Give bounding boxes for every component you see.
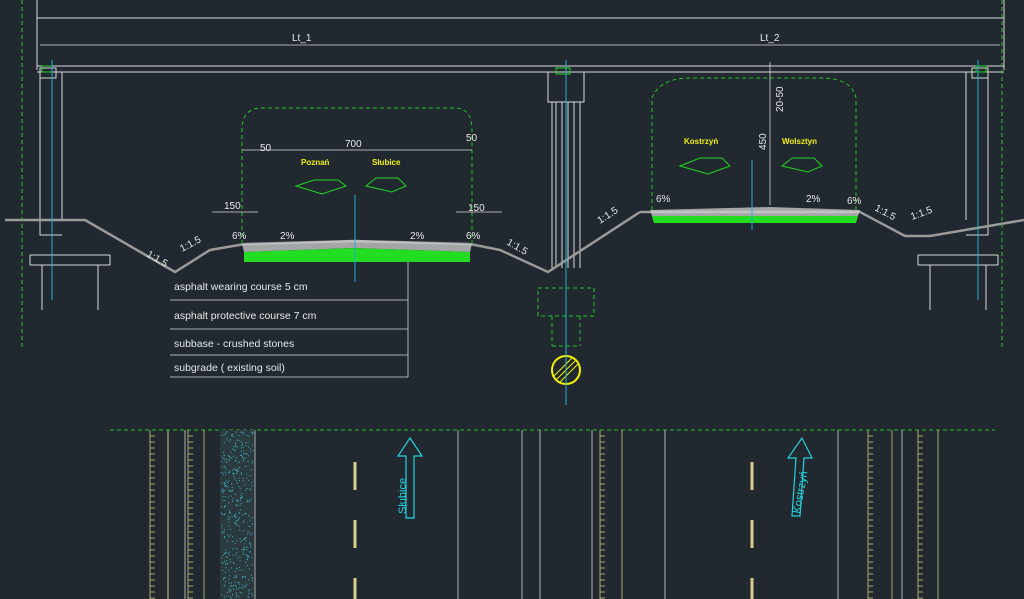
pavement-right	[650, 207, 860, 223]
bridge-outline	[29, 0, 1005, 310]
label-wolsztyn: Wolsztyn	[782, 137, 817, 146]
layer-label: asphalt wearing course 5 cm	[174, 281, 308, 293]
layer-label: asphalt protective course 7 cm	[174, 310, 317, 322]
slope-label: 2%	[280, 231, 295, 242]
embankment-slope-label: 1:1.5	[178, 234, 203, 254]
dim-150-right: 150	[468, 203, 485, 214]
dim-50-right: 50	[466, 133, 478, 144]
pavement-left	[242, 240, 472, 262]
label-slubice: Słubice	[372, 158, 401, 167]
slope-label: 2%	[410, 231, 425, 242]
slope-label: 6%	[847, 196, 862, 207]
dim-lt2: Lt_2	[760, 33, 780, 44]
slope-label: 2%	[806, 194, 821, 205]
label-poznan: Poznań	[301, 158, 330, 167]
plan-edge-rulers	[149, 430, 939, 599]
dim-50-left: 50	[260, 143, 272, 154]
bearing-marks	[41, 65, 987, 75]
vehicle-labels: Poznań Słubice Kostrzyń Wolsztyn	[301, 137, 817, 167]
layer-labels: asphalt wearing course 5 cm asphalt prot…	[174, 281, 317, 374]
dim-700: 700	[345, 139, 362, 150]
dim-lt1: Lt_1	[292, 33, 312, 44]
embankment-slope-label: 1:1.5	[596, 205, 621, 227]
slope-label: 6%	[232, 231, 247, 242]
plan-label-slubice: Słubice	[397, 478, 409, 514]
dimension-texts: Lt_1 Lt_2 700 50 50 150 150 450 20-50	[224, 33, 786, 214]
axis-lines	[51, 60, 979, 405]
layer-label: subgrade ( existing soil)	[174, 362, 285, 374]
embankment-slope-label: 1:1.5	[909, 205, 934, 223]
dim-150-left: 150	[224, 201, 241, 212]
dim-20-50: 20-50	[775, 86, 786, 112]
slope-label: 6%	[466, 231, 481, 242]
layer-label: subbase - crushed stones	[174, 338, 294, 350]
slope-label: 6%	[656, 194, 671, 205]
plan-label-kostrzyn: Kostrzyń	[791, 470, 810, 514]
cad-drawing: Lt_1 Lt_2 700 50 50 150 150 450 20-50 6%…	[5, 0, 1024, 599]
label-kostrzyn: Kostrzyń	[684, 137, 718, 146]
dim-450: 450	[758, 133, 769, 150]
